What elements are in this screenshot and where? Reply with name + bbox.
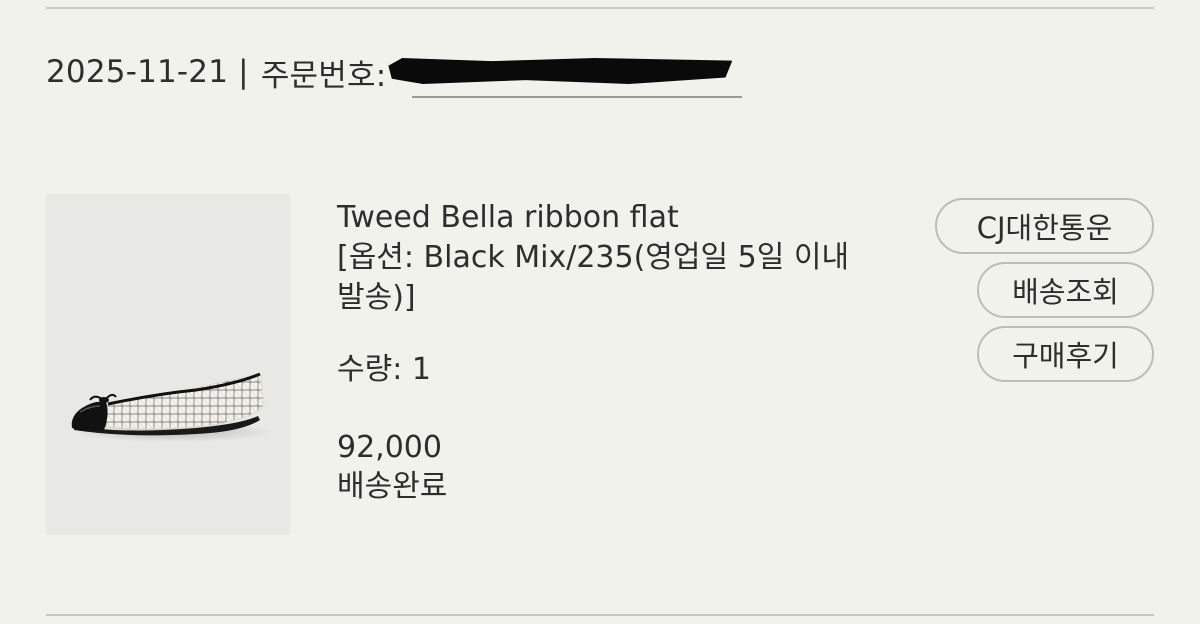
product-info: Tweed Bella ribbon flat [옵션: Black Mix/2… bbox=[337, 198, 877, 507]
shoe-photo-icon bbox=[71, 372, 274, 442]
product-thumbnail[interactable] bbox=[46, 194, 290, 535]
delivery-status: 배송완료 bbox=[337, 469, 448, 505]
order-number-underline bbox=[412, 96, 742, 98]
order-number-label: 주문번호: bbox=[260, 57, 387, 94]
order-date: 2025-11-21 bbox=[46, 54, 229, 90]
top-divider bbox=[46, 7, 1154, 9]
order-number-redacted bbox=[388, 50, 733, 94]
product-quantity: 수량: 1 bbox=[337, 351, 431, 387]
product-name[interactable]: Tweed Bella ribbon flat bbox=[337, 198, 877, 238]
product-option: [옵션: Black Mix/235(영업일 5일 이내 발송)] bbox=[337, 239, 850, 315]
courier-button[interactable]: CJ대한통운 bbox=[935, 198, 1154, 254]
product-price: 92,000 bbox=[337, 429, 442, 465]
write-review-button[interactable]: 구매후기 bbox=[977, 326, 1154, 382]
header-separator: | bbox=[238, 54, 249, 90]
bottom-divider bbox=[46, 614, 1154, 616]
track-delivery-button[interactable]: 배송조회 bbox=[977, 262, 1154, 318]
order-header: 2025-11-21 | 주문번호: bbox=[46, 50, 733, 94]
redaction-scribble bbox=[388, 58, 733, 84]
